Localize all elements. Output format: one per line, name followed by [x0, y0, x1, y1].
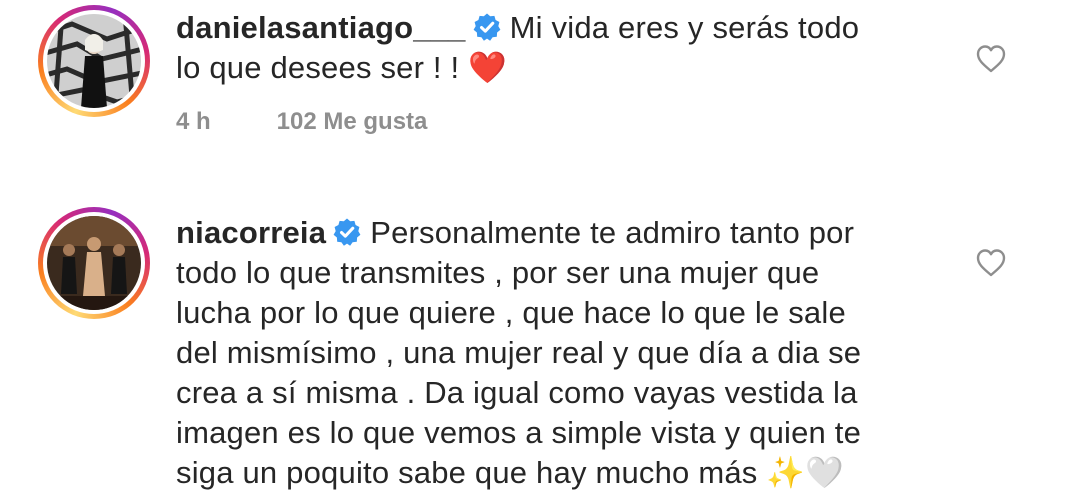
comment-body-line: crea a sí misma . Da igual como vayas ve…	[176, 375, 858, 410]
verified-badge-icon	[333, 218, 361, 246]
profile-photo	[47, 14, 141, 108]
avatar[interactable]	[47, 216, 141, 310]
sparkles-white-heart-emoji: ✨🤍	[766, 455, 844, 491]
comment-text: niacorreia Personalmente te admiro tanto…	[176, 213, 946, 493]
comment-body-line: siga un poquito sabe que hay mucho más	[176, 455, 758, 490]
verified-badge-icon	[473, 13, 501, 41]
comment-text: danielasantiago___ Mi vida eres y serás …	[176, 8, 946, 88]
heart-outline-icon[interactable]	[974, 42, 1008, 76]
avatar[interactable]	[47, 14, 141, 108]
comment-time: 4 h	[176, 108, 211, 135]
avatar-story-ring[interactable]	[38, 5, 150, 117]
profile-photo	[47, 216, 141, 310]
comment-body-line: lucha por lo que quiere , que hace lo qu…	[176, 295, 846, 330]
comment-item: danielasantiago___ Mi vida eres y serás …	[0, 0, 1068, 150]
comment-body-line: Mi vida eres y serás todo	[509, 10, 860, 45]
comment-body-line: imagen es lo que vemos a simple vista y …	[176, 415, 862, 450]
comment-username[interactable]: danielasantiago___	[176, 10, 466, 45]
avatar-story-ring[interactable]	[38, 207, 150, 319]
comment-username[interactable]: niacorreia	[176, 215, 326, 250]
comment-meta: 4 h 102 Me gusta	[176, 108, 427, 136]
heart-outline-icon[interactable]	[974, 246, 1008, 280]
comment-body-line: del mismísimo , una mujer real y que día…	[176, 335, 862, 370]
comment-body-line: Personalmente te admiro tanto por	[370, 215, 855, 250]
like-count[interactable]: 102 Me gusta	[277, 108, 428, 136]
comment-item: niacorreia Personalmente te admiro tanto…	[0, 200, 1068, 501]
heart-emoji: ❤️	[468, 50, 508, 86]
comment-body-line: lo que desees ser ! !	[176, 50, 460, 85]
comment-body-line: todo lo que transmites , por ser una muj…	[176, 255, 820, 290]
